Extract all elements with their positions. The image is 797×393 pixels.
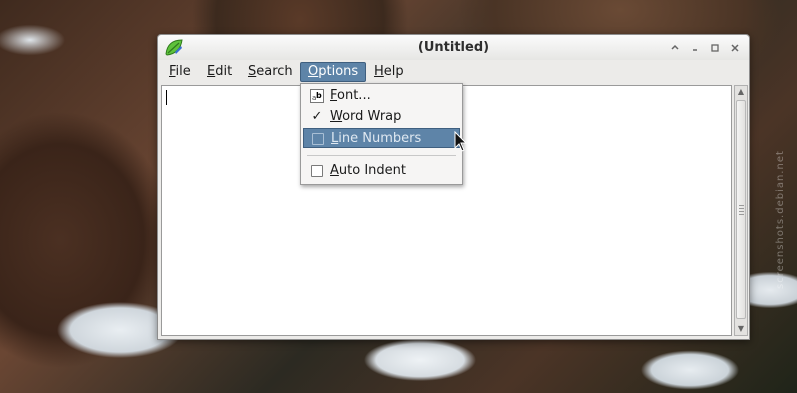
menu-separator [307, 155, 456, 156]
menu-help[interactable]: Help [367, 62, 411, 82]
scroll-down-icon[interactable]: ▼ [736, 324, 746, 334]
menu-item-auto-indent[interactable]: Auto Indent [303, 161, 460, 181]
mouse-pointer-icon [454, 131, 468, 152]
vertical-scrollbar[interactable]: ▲ ▼ [734, 85, 748, 336]
minimize-icon[interactable] [687, 40, 703, 56]
menu-item-font[interactable]: ab Font... [303, 86, 460, 106]
menu-file[interactable]: File [162, 62, 198, 82]
scroll-up-icon[interactable]: ▲ [736, 87, 746, 97]
close-icon[interactable] [727, 40, 743, 56]
checkbox-unchecked-icon [312, 133, 324, 145]
scrollbar-thumb[interactable] [736, 100, 746, 319]
checkbox-unchecked-icon [311, 165, 323, 177]
checkmark-icon: ✓ [311, 109, 323, 124]
grip-icon [739, 205, 744, 217]
editor-window: (Untitled) File Edit Search Options Help… [157, 34, 750, 340]
menu-search[interactable]: Search [241, 62, 300, 82]
options-dropdown-menu: ab Font... ✓ Word Wrap Line Numbers Auto… [300, 83, 463, 185]
font-icon: ab [310, 89, 324, 103]
menu-options[interactable]: Options [300, 62, 367, 82]
watermark-text: screenshots.debian.net [775, 150, 786, 290]
title-bar[interactable]: (Untitled) [158, 35, 749, 60]
svg-text:b: b [316, 91, 322, 100]
maximize-icon[interactable] [707, 40, 723, 56]
menu-edit[interactable]: Edit [200, 62, 239, 82]
window-title: (Untitled) [417, 40, 490, 55]
text-caret [166, 90, 167, 105]
menu-item-word-wrap[interactable]: ✓ Word Wrap [303, 107, 460, 127]
menu-bar: File Edit Search Options Help [158, 61, 749, 84]
up-icon[interactable] [667, 40, 683, 56]
menu-item-line-numbers[interactable]: Line Numbers [303, 128, 460, 148]
